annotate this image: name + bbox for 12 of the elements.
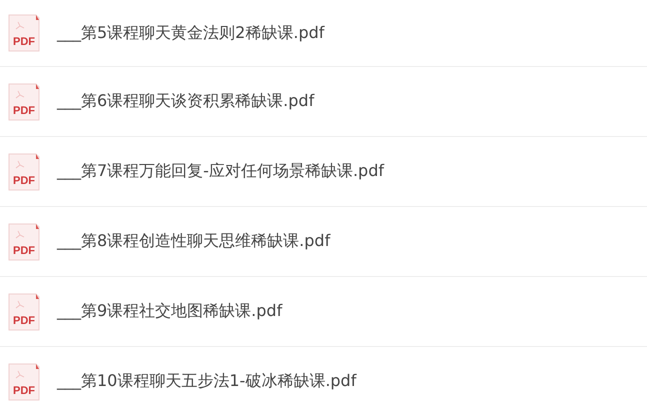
pdf-file-icon: PDF [8, 14, 40, 52]
pdf-file-icon: PDF [8, 152, 40, 190]
pdf-file-icon: PDF [8, 82, 40, 120]
file-name[interactable]: ___第6课程聊天谈资积累稀缺课.pdf [57, 91, 314, 112]
pdf-file-icon: PDF [8, 292, 40, 330]
file-name[interactable]: ___第7课程万能回复-应对任何场景稀缺课.pdf [57, 161, 384, 182]
pdf-file-icon: PDF [8, 222, 40, 260]
file-name[interactable]: ___第10课程聊天五步法1-破冰稀缺课.pdf [57, 371, 356, 392]
pdf-file-icon: PDF [8, 362, 40, 400]
file-name[interactable]: ___第5课程聊天黄金法则2稀缺课.pdf [57, 22, 324, 44]
file-name[interactable]: ___第8课程创造性聊天思维稀缺课.pdf [57, 231, 330, 252]
file-name[interactable]: ___第9课程社交地图稀缺课.pdf [57, 301, 282, 322]
